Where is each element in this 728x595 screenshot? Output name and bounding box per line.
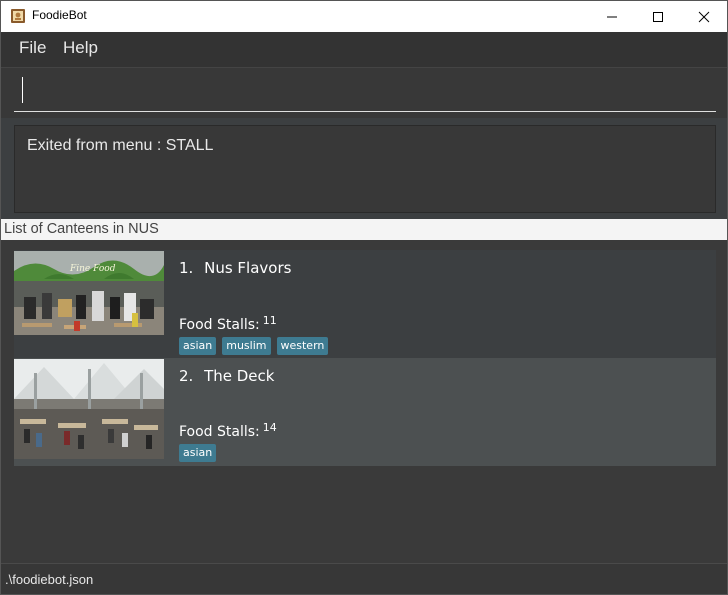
result-message: Exited from menu : STALL (27, 137, 214, 154)
canteen-name: 2. The Deck (179, 367, 274, 385)
tag: western (276, 337, 329, 355)
canteen-title: The Deck (204, 367, 275, 385)
close-button[interactable] (681, 1, 727, 32)
menu-bar: File Help (1, 32, 727, 68)
canteen-photo: Fine Food (14, 251, 164, 335)
canteen-title: Nus Flavors (204, 259, 292, 277)
close-icon (698, 11, 710, 22)
tag: asian (179, 337, 217, 355)
tag: asian (179, 444, 217, 462)
canteen-card[interactable]: Fine Food 1. Nus Flavors Food Stalls: 11… (14, 250, 716, 358)
minimize-icon (607, 16, 617, 17)
food-stalls-count: 11 (262, 314, 277, 327)
menu-file[interactable]: File (19, 38, 46, 58)
food-stalls-label: Food Stalls: (179, 424, 260, 440)
maximize-button[interactable] (635, 1, 681, 32)
food-stalls-count: 14 (262, 421, 277, 434)
canteen-card-selected[interactable]: 2. The Deck Food Stalls: 14 asian (14, 358, 716, 466)
food-stalls-label: Food Stalls: (179, 317, 260, 333)
food-stalls: Food Stalls: 11 (179, 314, 277, 333)
command-box (1, 68, 727, 118)
tag-list: asian (179, 444, 217, 462)
list-header: List of Canteens in NUS (1, 219, 727, 240)
menu-help[interactable]: Help (63, 38, 98, 58)
command-input[interactable] (14, 76, 716, 112)
maximize-icon (653, 11, 663, 22)
canteen-photo (14, 359, 164, 459)
canteen-index: 2. (179, 367, 194, 385)
canteen-name: 1. Nus Flavors (179, 259, 291, 277)
tag-list: asian muslim western (179, 337, 329, 355)
app-icon (10, 8, 26, 24)
text-caret (22, 77, 23, 103)
food-stalls: Food Stalls: 14 (179, 421, 277, 440)
title-bar[interactable]: FoodieBot (1, 1, 727, 32)
app-window: FoodieBot File Help Exited from menu : S… (0, 0, 728, 595)
status-bar: .\foodiebot.json (1, 563, 727, 594)
fine-food-sign: Fine Food (69, 264, 116, 274)
tag: muslim (222, 337, 271, 355)
window-title: FoodieBot (32, 8, 87, 22)
data-file-path: .\foodiebot.json (5, 572, 94, 587)
canteen-list[interactable]: Fine Food 1. Nus Flavors Food Stalls: 11… (1, 240, 727, 563)
minimize-button[interactable] (589, 1, 635, 32)
result-display: Exited from menu : STALL (14, 125, 716, 213)
canteen-index: 1. (179, 259, 194, 277)
